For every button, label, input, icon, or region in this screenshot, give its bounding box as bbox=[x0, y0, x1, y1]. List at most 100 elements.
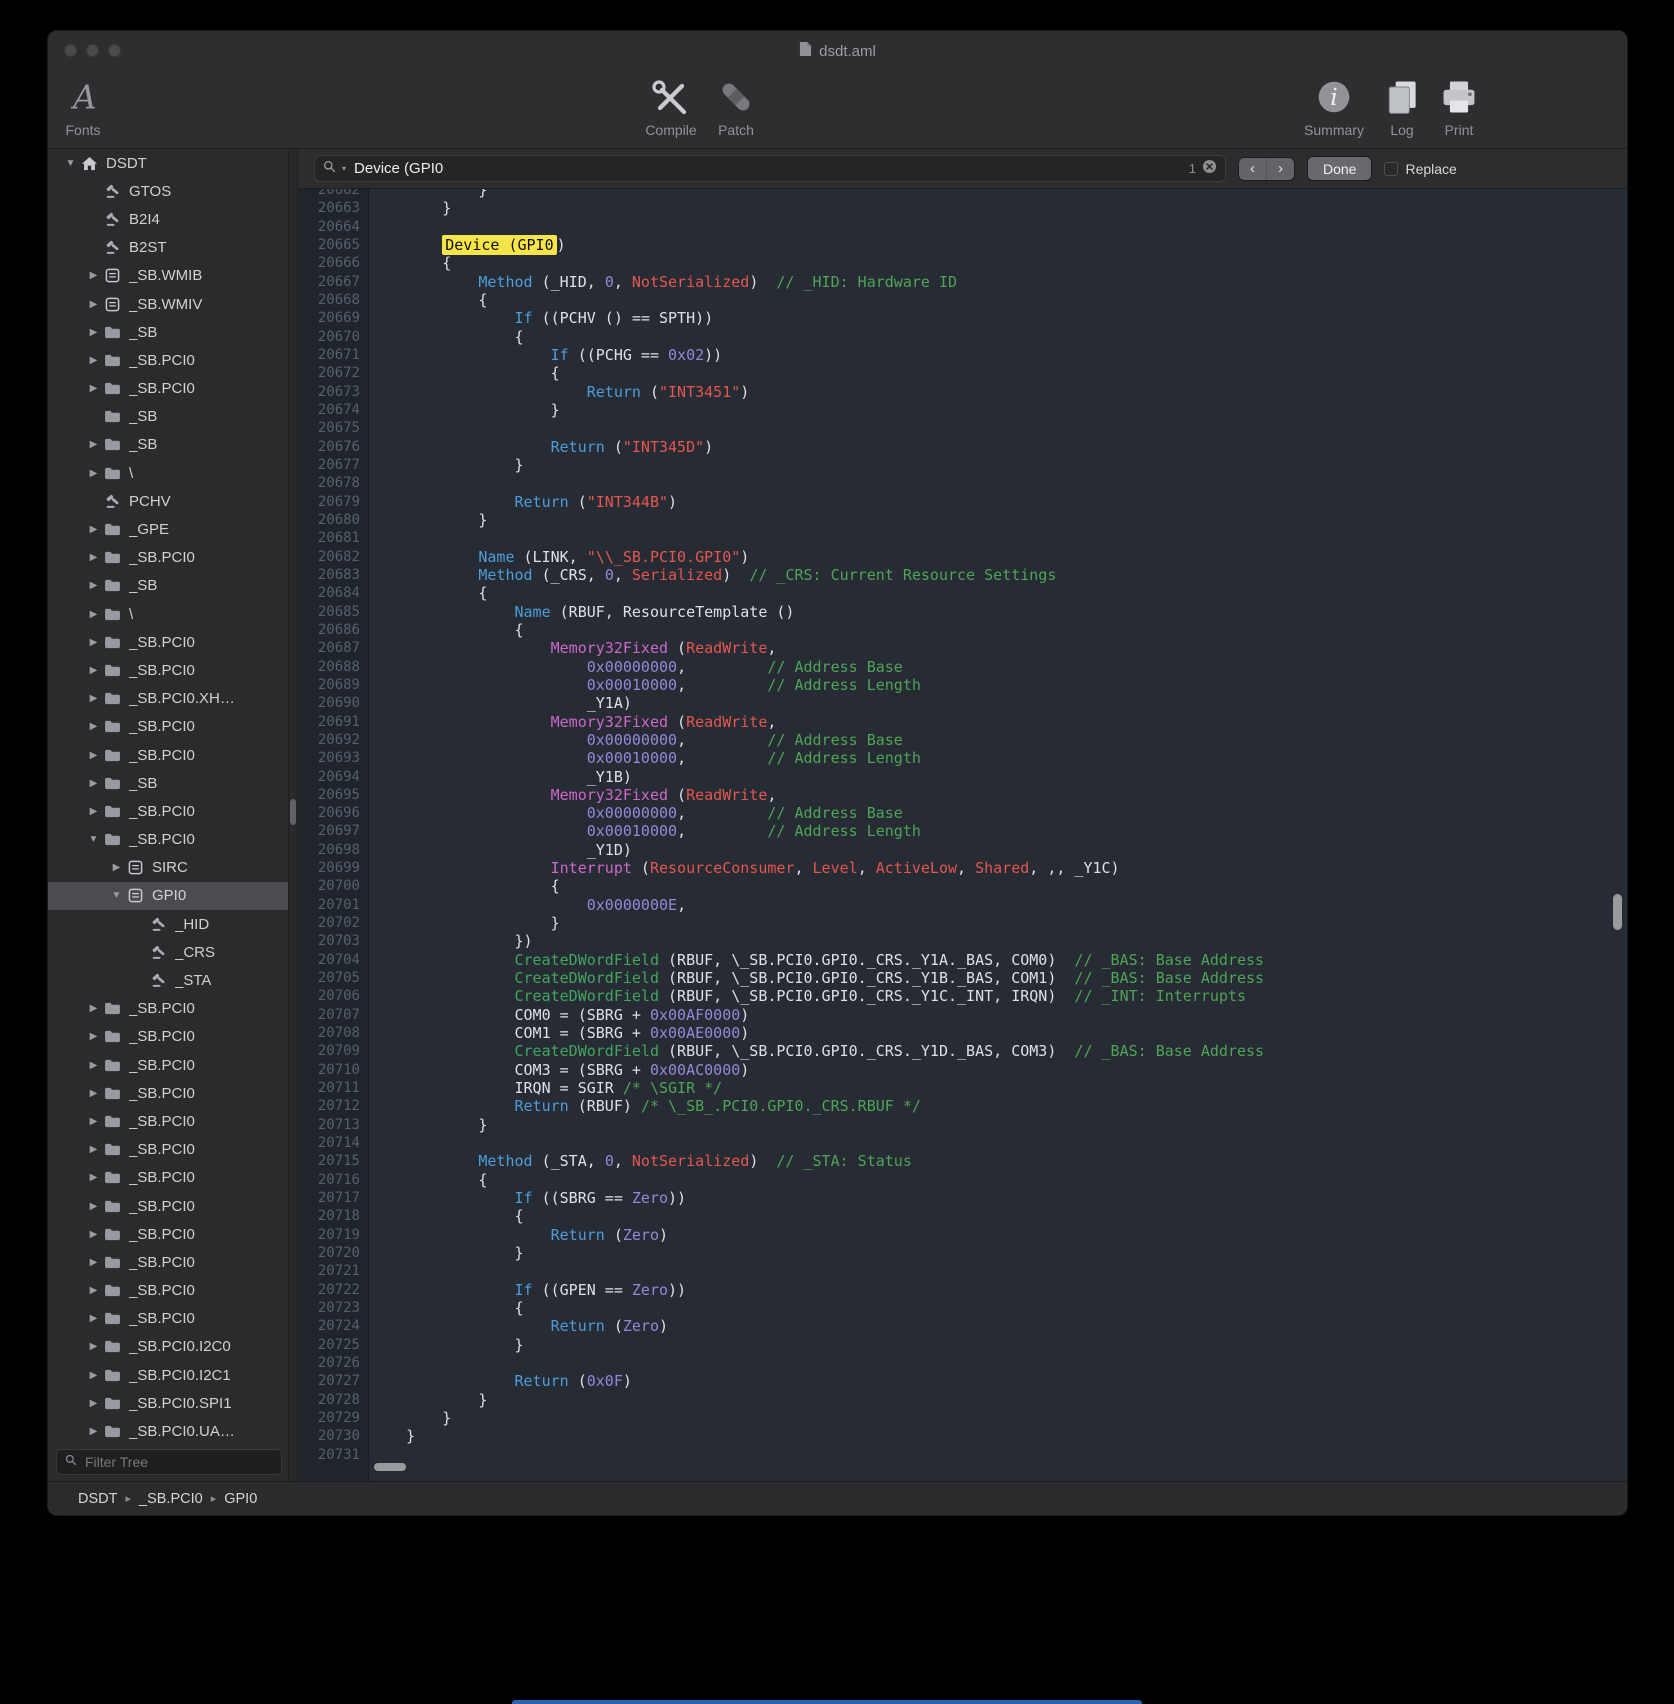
sidebar-item-sb-pci0-xh[interactable]: ▶_SB.PCI0.XH… bbox=[48, 685, 288, 713]
disclosure-closed-icon[interactable]: ▶ bbox=[85, 327, 102, 338]
sidebar-item-b2st[interactable]: B2ST bbox=[48, 234, 288, 262]
code-line[interactable]: 20686 { bbox=[298, 621, 1627, 639]
code-line[interactable]: 20682 Name (LINK, "\\_SB.PCI0.GPI0") bbox=[298, 548, 1627, 566]
code-line[interactable]: 20677 } bbox=[298, 456, 1627, 474]
sidebar-item-sb-pci0-ua[interactable]: ▶_SB.PCI0.UA… bbox=[48, 1417, 288, 1443]
code-line[interactable]: 20675 bbox=[298, 419, 1627, 437]
code-line[interactable]: 20721 bbox=[298, 1262, 1627, 1280]
code-line[interactable]: 20713 } bbox=[298, 1116, 1627, 1134]
sidebar-item-sb-pci0[interactable]: ▶_SB.PCI0 bbox=[48, 1051, 288, 1079]
code-line[interactable]: 20663 } bbox=[298, 199, 1627, 217]
code-line[interactable]: 20678 bbox=[298, 474, 1627, 492]
sidebar-item-sb-pci0[interactable]: ▶_SB.PCI0 bbox=[48, 1136, 288, 1164]
sidebar-item-sb-pci0-i2c1[interactable]: ▶_SB.PCI0.I2C1 bbox=[48, 1361, 288, 1389]
code-line[interactable]: 20689 0x00010000, // Address Length bbox=[298, 676, 1627, 694]
code-line[interactable]: 20695 Memory32Fixed (ReadWrite, bbox=[298, 786, 1627, 804]
sidebar-item-sb-pci0-spi1[interactable]: ▶_SB.PCI0.SPI1 bbox=[48, 1389, 288, 1417]
disclosure-open-icon[interactable]: ▼ bbox=[108, 890, 125, 901]
code-line[interactable]: 20703 }) bbox=[298, 932, 1627, 950]
find-field[interactable]: ▾ 1 bbox=[314, 155, 1226, 182]
clear-search-icon[interactable] bbox=[1202, 159, 1217, 179]
log-button[interactable]: Log bbox=[1377, 75, 1427, 138]
disclosure-closed-icon[interactable]: ▶ bbox=[85, 1341, 102, 1352]
disclosure-closed-icon[interactable]: ▶ bbox=[85, 609, 102, 620]
code-line[interactable]: 20702 } bbox=[298, 914, 1627, 932]
sidebar-item-sb-pci0[interactable]: ▶_SB.PCI0 bbox=[48, 1164, 288, 1192]
disclosure-closed-icon[interactable]: ▶ bbox=[85, 637, 102, 648]
patch-button[interactable]: Patch bbox=[701, 75, 771, 138]
code-line[interactable]: 20719 Return (Zero) bbox=[298, 1226, 1627, 1244]
disclosure-closed-icon[interactable]: ▶ bbox=[85, 552, 102, 563]
code-line[interactable]: 20717 If ((SBRG == Zero)) bbox=[298, 1189, 1627, 1207]
code-line[interactable]: 20666 { bbox=[298, 254, 1627, 272]
code-line[interactable]: 20729 } bbox=[298, 1409, 1627, 1427]
code-line[interactable]: 20706 CreateDWordField (RBUF, \_SB.PCI0.… bbox=[298, 987, 1627, 1005]
code-line[interactable]: 20693 0x00010000, // Address Length bbox=[298, 749, 1627, 767]
filter-tree-input[interactable] bbox=[83, 1453, 273, 1471]
code-line[interactable]: 20725 } bbox=[298, 1336, 1627, 1354]
sidebar-item-gtos[interactable]: GTOS bbox=[48, 177, 288, 205]
code-line[interactable]: 20708 COM1 = (SBRG + 0x00AE0000) bbox=[298, 1024, 1627, 1042]
disclosure-closed-icon[interactable]: ▶ bbox=[85, 1313, 102, 1324]
disclosure-closed-icon[interactable]: ▶ bbox=[85, 1370, 102, 1381]
code-line[interactable]: 20726 bbox=[298, 1354, 1627, 1372]
sidebar-item-dsdt[interactable]: ▼DSDT bbox=[48, 149, 288, 177]
sidebar-item-sb-wmiv[interactable]: ▶_SB.WMIV bbox=[48, 290, 288, 318]
print-button[interactable]: Print bbox=[1424, 75, 1494, 138]
code-line[interactable]: 20718 { bbox=[298, 1207, 1627, 1225]
disclosure-closed-icon[interactable]: ▶ bbox=[85, 1031, 102, 1042]
disclosure-closed-icon[interactable]: ▶ bbox=[85, 524, 102, 535]
sidebar-item-sb[interactable]: ▶_SB bbox=[48, 318, 288, 346]
summary-button[interactable]: i Summary bbox=[1294, 75, 1374, 138]
code-line[interactable]: 20714 bbox=[298, 1134, 1627, 1152]
horizontal-scrollbar-thumb[interactable] bbox=[374, 1463, 406, 1471]
code-line[interactable]: 20664 bbox=[298, 218, 1627, 236]
sidebar-item-sb-pci0[interactable]: ▼_SB.PCI0 bbox=[48, 826, 288, 854]
code-line[interactable]: 20665 Device (GPI0) bbox=[298, 236, 1627, 254]
disclosure-closed-icon[interactable]: ▶ bbox=[85, 439, 102, 450]
code-line[interactable]: 20710 COM3 = (SBRG + 0x00AC0000) bbox=[298, 1061, 1627, 1079]
sidebar-item-b2i4[interactable]: B2I4 bbox=[48, 205, 288, 233]
code-line[interactable]: 20670 { bbox=[298, 328, 1627, 346]
sidebar-item-sb-pci0[interactable]: ▶_SB.PCI0 bbox=[48, 741, 288, 769]
sidebar-item-sb[interactable]: ▶_SB bbox=[48, 431, 288, 459]
code-line[interactable]: 20680 } bbox=[298, 511, 1627, 529]
code-line[interactable]: 20712 Return (RBUF) /* \_SB_.PCI0.GPI0._… bbox=[298, 1097, 1627, 1115]
sidebar-item-hid[interactable]: _HID bbox=[48, 910, 288, 938]
code-line[interactable]: 20724 Return (Zero) bbox=[298, 1317, 1627, 1335]
code-line[interactable]: 20679 Return ("INT344B") bbox=[298, 493, 1627, 511]
sidebar-item-sb-pci0[interactable]: ▶_SB.PCI0 bbox=[48, 995, 288, 1023]
disclosure-closed-icon[interactable]: ▶ bbox=[85, 383, 102, 394]
code-line[interactable]: 20715 Method (_STA, 0, NotSerialized) //… bbox=[298, 1152, 1627, 1170]
sidebar-item-sb-pci0[interactable]: ▶_SB.PCI0 bbox=[48, 1079, 288, 1107]
code-line[interactable]: 20671 If ((PCHG == 0x02)) bbox=[298, 346, 1627, 364]
disclosure-open-icon[interactable]: ▼ bbox=[62, 158, 79, 169]
sidebar-item-sb-pci0[interactable]: ▶_SB.PCI0 bbox=[48, 1192, 288, 1220]
sidebar-item-pchv[interactable]: PCHV bbox=[48, 487, 288, 515]
sidebar-item-gpi0[interactable]: ▼GPI0 bbox=[48, 882, 288, 910]
disclosure-closed-icon[interactable]: ▶ bbox=[85, 1088, 102, 1099]
search-icon[interactable] bbox=[323, 160, 336, 178]
sidebar-item-sb-pci0[interactable]: ▶_SB.PCI0 bbox=[48, 1305, 288, 1333]
code-line[interactable]: 20681 bbox=[298, 529, 1627, 547]
code-line[interactable]: 20690 _Y1A) bbox=[298, 694, 1627, 712]
disclosure-open-icon[interactable]: ▼ bbox=[85, 834, 102, 845]
code-line[interactable]: 20700 { bbox=[298, 877, 1627, 895]
sidebar-item-sb-pci0-i2c0[interactable]: ▶_SB.PCI0.I2C0 bbox=[48, 1333, 288, 1361]
code-line[interactable]: 20699 Interrupt (ResourceConsumer, Level… bbox=[298, 859, 1627, 877]
code-line[interactable]: 20676 Return ("INT345D") bbox=[298, 438, 1627, 456]
sidebar-item-sirc[interactable]: ▶SIRC bbox=[48, 854, 288, 882]
code-editor[interactable]: 20662 }20663 }2066420665 Device (GPI0)20… bbox=[298, 189, 1627, 1481]
sidebar-item-sta[interactable]: _STA bbox=[48, 966, 288, 994]
code-line[interactable]: 20684 { bbox=[298, 584, 1627, 602]
disclosure-closed-icon[interactable]: ▶ bbox=[85, 721, 102, 732]
sidebar-item-sb-pci0[interactable]: ▶_SB.PCI0 bbox=[48, 1220, 288, 1248]
code-line[interactable]: 20687 Memory32Fixed (ReadWrite, bbox=[298, 639, 1627, 657]
disclosure-closed-icon[interactable]: ▶ bbox=[85, 1426, 102, 1437]
code-line[interactable]: 20668 { bbox=[298, 291, 1627, 309]
sidebar-item-sb-wmib[interactable]: ▶_SB.WMIB bbox=[48, 262, 288, 290]
breadcrumb-item[interactable]: _SB.PCI0 bbox=[139, 1491, 203, 1507]
pane-splitter[interactable] bbox=[288, 149, 298, 1481]
disclosure-closed-icon[interactable]: ▶ bbox=[85, 750, 102, 761]
sidebar-item-sb-pci0[interactable]: ▶_SB.PCI0 bbox=[48, 797, 288, 825]
